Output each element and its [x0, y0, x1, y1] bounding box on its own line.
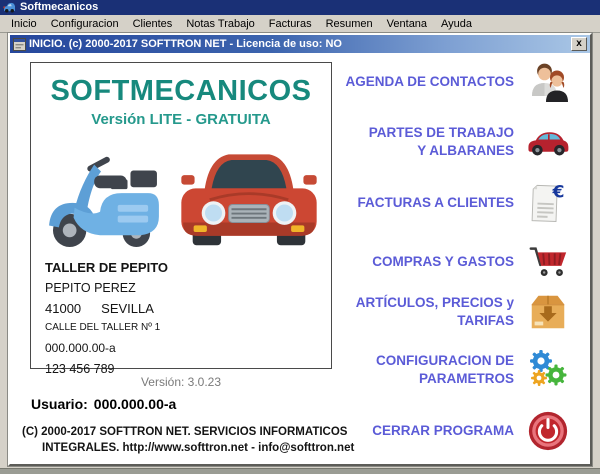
- edition-subtitle: Versión LITE - GRATUITA: [91, 111, 271, 128]
- license-card: SOFTMECANICOS Versión LITE - GRATUITA TA…: [30, 62, 332, 376]
- work-orders-car-icon: [526, 120, 570, 164]
- app-icon: [3, 2, 15, 13]
- car-illustration: [181, 154, 317, 246]
- child-window-title: INICIO. (c) 2000-2017 SOFTTRON NET - Lic…: [29, 38, 342, 50]
- business-name: TALLER DE PEPITO: [45, 260, 169, 275]
- menu-clientes[interactable]: Clientes: [126, 17, 180, 31]
- window-bottom-edge: [0, 468, 600, 474]
- owner-details: TALLER DE PEPITO PEPITO PEREZ 41000 SEVIL…: [45, 260, 168, 376]
- form-window-icon: [13, 37, 26, 51]
- user-label: Usuario:: [31, 396, 88, 412]
- gears-icon: [526, 348, 570, 392]
- child-window-titlebar[interactable]: INICIO. (c) 2000-2017 SOFTTRON NET - Lic…: [10, 35, 590, 53]
- copyright-notice: (C) 2000-2017 SOFTTRON NET. SERVICIOS IN…: [22, 425, 374, 456]
- menu-configuracion-parametros[interactable]: CONFIGURACION DE PARAMETROS: [340, 346, 570, 394]
- menubar: Inicio Configuracion Clientes Notas Trab…: [0, 15, 600, 32]
- inicio-content: SOFTMECANICOS Versión LITE - GRATUITA TA…: [10, 53, 590, 464]
- menu-ventana[interactable]: Ventana: [380, 17, 434, 31]
- close-icon[interactable]: x: [571, 37, 587, 51]
- menu-ayuda[interactable]: Ayuda: [434, 17, 479, 31]
- menu-configuracion[interactable]: Configuracion: [44, 17, 126, 31]
- stock-box-icon: [526, 290, 570, 334]
- shopping-cart-icon: [526, 240, 570, 284]
- menu-articulos-precios[interactable]: ARTÍCULOS, PRECIOS y TARIFAS: [340, 288, 570, 336]
- invoice-euro-icon: €: [526, 181, 570, 225]
- tax-id: 000.000.00-a: [45, 341, 116, 355]
- window-title: Softmecanicos: [20, 1, 99, 13]
- copyright-line-2: INTEGRALES. http://www.softtron.net - in…: [42, 441, 355, 454]
- version-caption: Versión: 3.0.23: [140, 375, 222, 389]
- phone-number: 123 456 789: [45, 362, 115, 376]
- inicio-child-window: INICIO. (c) 2000-2017 SOFTTRON NET - Lic…: [8, 33, 592, 466]
- menu-compras-gastos[interactable]: COMPRAS Y GASTOS: [340, 239, 570, 285]
- menu-agenda-contactos[interactable]: AGENDA DE CONTACTOS: [340, 60, 570, 104]
- user-line: Usuario: 000.000.00-a: [31, 396, 176, 412]
- street-address: CALLE DEL TALLER Nº 1: [45, 322, 161, 333]
- window-titlebar[interactable]: Softmecanicos: [0, 0, 600, 15]
- menu-inicio[interactable]: Inicio: [4, 17, 44, 31]
- svg-text:€: €: [552, 182, 565, 202]
- copyright-line-1: (C) 2000-2017 SOFTTRON NET. SERVICIOS IN…: [22, 426, 348, 438]
- power-off-icon: [526, 409, 570, 453]
- main-menu: AGENDA DE CONTACTOS PARTES DE TRABAJO Y …: [340, 53, 570, 464]
- postal-code: 41000: [45, 301, 82, 316]
- postal-city: 41000 SEVILLA: [45, 301, 168, 316]
- menu-notas-trabajo[interactable]: Notas Trabajo: [179, 17, 261, 31]
- user-value: 000.000.00-a: [93, 396, 177, 412]
- menu-resumen[interactable]: Resumen: [319, 17, 380, 31]
- menu-partes-trabajo[interactable]: PARTES DE TRABAJO Y ALBARANES: [340, 118, 570, 166]
- menu-facturas[interactable]: Facturas: [262, 17, 319, 31]
- app-window: Softmecanicos Inicio Configuracion Clien…: [0, 0, 600, 474]
- city: SEVILLA: [101, 301, 154, 316]
- scooter-illustration: [49, 156, 159, 248]
- contacts-icon: [526, 60, 570, 104]
- brand-title: SOFTMECANICOS: [50, 75, 312, 107]
- owner-name: PEPITO PEREZ: [45, 281, 136, 295]
- vehicle-illustrations: [31, 139, 331, 249]
- menu-cerrar-programa[interactable]: CERRAR PROGRAMA: [340, 408, 570, 454]
- menu-facturas-clientes[interactable]: FACTURAS A CLIENTES €: [340, 178, 570, 228]
